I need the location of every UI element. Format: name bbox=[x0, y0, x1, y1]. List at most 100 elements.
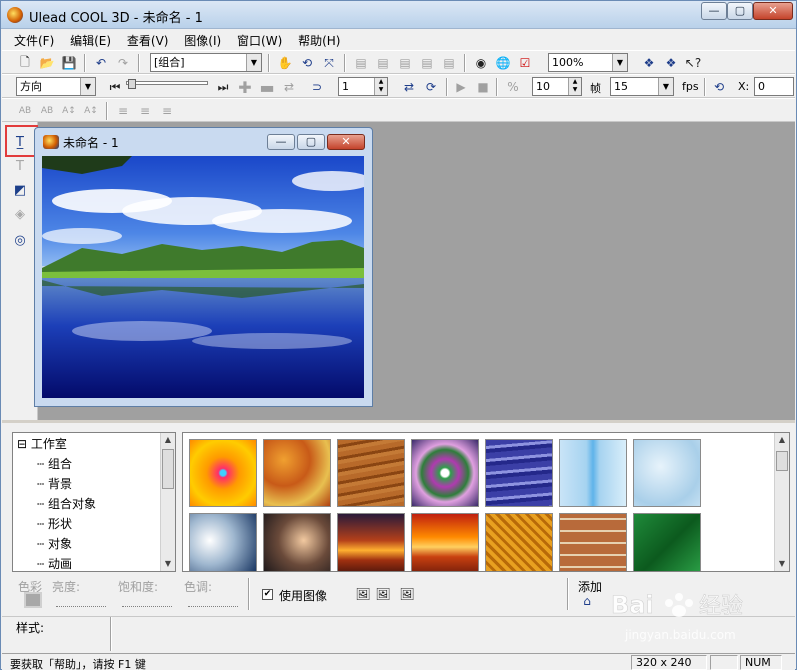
text-align-center-icon[interactable]: ≡ bbox=[136, 102, 154, 120]
texture-thumbnail-swirl[interactable] bbox=[411, 439, 479, 507]
context-help-icon[interactable]: ↖? bbox=[684, 54, 702, 72]
insert-shape-icon[interactable]: ◎ bbox=[10, 230, 30, 250]
timeline-thumb[interactable] bbox=[128, 79, 136, 89]
last-frame-icon[interactable]: ⏭ bbox=[214, 78, 232, 96]
tree-item[interactable]: ┄ 对象 bbox=[37, 535, 72, 552]
direction-select[interactable]: 方向 ▼ bbox=[16, 77, 96, 96]
edit-image-icon[interactable]: 🖼 bbox=[374, 585, 392, 603]
texture-thumbnail-gold-weave[interactable] bbox=[485, 513, 553, 571]
edit-geometry-icon[interactable]: ◈ bbox=[10, 204, 30, 224]
reverse-frames-icon[interactable]: ⇄ bbox=[280, 78, 298, 96]
timeline-slider[interactable] bbox=[126, 81, 208, 85]
menu-image[interactable]: 图像(I) bbox=[178, 29, 227, 49]
percent-icon[interactable]: % bbox=[504, 78, 522, 96]
text-tracking-icon[interactable]: A↕ bbox=[60, 102, 78, 120]
new-file-icon[interactable]: 🗋 bbox=[16, 54, 34, 72]
texture-thumbnail-dark-sky[interactable] bbox=[263, 513, 331, 571]
texture-thumbnail-blue-water[interactable] bbox=[485, 439, 553, 507]
tree-item[interactable]: ┄ 形状 bbox=[37, 515, 72, 532]
load-image-icon[interactable]: 🖼 bbox=[354, 585, 372, 603]
align-middle-icon[interactable]: ▤ bbox=[374, 54, 392, 72]
align-left-icon[interactable]: ▤ bbox=[440, 54, 458, 72]
text-spacing-icon[interactable]: AB bbox=[16, 102, 34, 120]
tree-root[interactable]: ⊟ 工作室 bbox=[17, 435, 67, 452]
color-swatch-button[interactable] bbox=[24, 592, 42, 608]
play-icon[interactable]: ▶ bbox=[452, 78, 470, 96]
add-frame-icon[interactable]: ✚ bbox=[236, 78, 254, 97]
delete-frame-icon[interactable]: ▬ bbox=[258, 78, 276, 97]
doc-close-button[interactable]: ✕ bbox=[327, 134, 365, 150]
undo-icon[interactable]: ↶ bbox=[92, 54, 110, 72]
menu-window[interactable]: 窗口(W) bbox=[231, 29, 288, 49]
resize-object-icon[interactable]: ⤧ bbox=[320, 54, 338, 72]
palette-tree[interactable]: ⊟ 工作室 ┄ 组合 ┄ 背景 ┄ 组合对象 ┄ 形状 ┄ 对象 ┄ 动画 ▲ … bbox=[12, 432, 176, 572]
maximize-button[interactable]: ▢ bbox=[727, 2, 753, 20]
insert-geometry-icon[interactable]: ◩ bbox=[10, 180, 30, 200]
menu-view[interactable]: 查看(V) bbox=[121, 29, 175, 49]
doc-maximize-button[interactable]: ▢ bbox=[297, 134, 325, 150]
tree-item[interactable]: ┄ 背景 bbox=[37, 475, 72, 492]
saturation-slider[interactable] bbox=[122, 597, 172, 607]
scene-properties-icon[interactable]: ❖ bbox=[662, 54, 680, 72]
doc-minimize-button[interactable]: — bbox=[267, 134, 295, 150]
step-input[interactable]: 10 ▲ ▼ bbox=[532, 77, 582, 96]
frame-number-input[interactable]: 1 ▲ ▼ bbox=[338, 77, 388, 96]
texture-thumbnail-sunset[interactable] bbox=[337, 513, 405, 571]
texture-thumbnail-sunburst[interactable] bbox=[189, 439, 257, 507]
menu-file[interactable]: 文件(F) bbox=[8, 29, 60, 49]
save-icon[interactable]: 💾 bbox=[60, 54, 78, 72]
fps-select[interactable]: 15 ▼ bbox=[610, 77, 674, 96]
x-position-input[interactable]: 0 bbox=[754, 77, 794, 96]
first-frame-icon[interactable]: ⏮ bbox=[106, 78, 124, 96]
scroll-thumb[interactable] bbox=[162, 449, 174, 489]
canvas-image[interactable] bbox=[42, 156, 364, 398]
scroll-down-icon[interactable]: ▼ bbox=[161, 557, 175, 571]
texture-thumbnail-ice-blue[interactable] bbox=[559, 439, 627, 507]
tree-item[interactable]: ┄ 组合 bbox=[37, 455, 72, 472]
align-top-icon[interactable]: ▤ bbox=[352, 54, 370, 72]
redo-icon[interactable]: ↷ bbox=[114, 54, 132, 72]
open-folder-icon[interactable]: 📂 bbox=[38, 54, 56, 72]
texture-thumbnail-clouds[interactable] bbox=[189, 513, 257, 571]
object-properties-icon[interactable]: ❖ bbox=[640, 54, 658, 72]
repeat-icon[interactable]: ⟳ bbox=[422, 78, 440, 96]
text-align-right-icon[interactable]: ≡ bbox=[158, 102, 176, 120]
add-to-palette-icon[interactable]: ⌂ bbox=[578, 592, 596, 610]
brightness-slider[interactable] bbox=[56, 597, 106, 607]
scroll-up-icon[interactable]: ▲ bbox=[775, 433, 789, 447]
camera-icon[interactable]: ◉ bbox=[472, 54, 490, 72]
rotate-object-icon[interactable]: ⟲ bbox=[298, 54, 316, 72]
edit-text-icon[interactable]: T bbox=[10, 156, 30, 176]
text-leading-icon[interactable]: A↕ bbox=[82, 102, 100, 120]
loop-icon[interactable]: ⇄ bbox=[400, 78, 418, 96]
text-align-left-icon[interactable]: ≡ bbox=[114, 102, 132, 120]
align-bottom-icon[interactable]: ▤ bbox=[396, 54, 414, 72]
tree-scrollbar[interactable]: ▲ ▼ bbox=[160, 433, 175, 571]
pan-hand-icon[interactable]: ✋ bbox=[276, 54, 294, 72]
close-button[interactable]: ✕ bbox=[753, 2, 793, 20]
texture-thumbnail-autumn-leaves[interactable] bbox=[263, 439, 331, 507]
scroll-down-icon[interactable]: ▼ bbox=[775, 557, 789, 571]
texture-thumbnail-green-fabric[interactable] bbox=[633, 513, 701, 571]
gallery-scrollbar[interactable]: ▲ ▼ bbox=[774, 433, 789, 571]
position-tool-icon[interactable]: ⟲ bbox=[710, 78, 728, 96]
text-kerning-icon[interactable]: AB bbox=[38, 102, 56, 120]
tree-item[interactable]: ┄ 动画 bbox=[37, 555, 72, 571]
scroll-thumb[interactable] bbox=[776, 451, 788, 471]
object-select[interactable]: [组合] ▼ bbox=[150, 53, 262, 72]
menu-edit[interactable]: 编辑(E) bbox=[64, 29, 117, 49]
hue-slider[interactable] bbox=[188, 597, 238, 607]
align-center-icon[interactable]: ▤ bbox=[418, 54, 436, 72]
export-image-icon[interactable]: 🖼 bbox=[398, 585, 416, 603]
use-image-checkbox[interactable]: ✔ bbox=[262, 589, 273, 600]
zoom-select[interactable]: 100% ▼ bbox=[548, 53, 628, 72]
texture-thumbnail-orange-sunset[interactable] bbox=[411, 513, 479, 571]
globe-icon[interactable]: 🌐 bbox=[494, 54, 512, 72]
smooth-path-icon[interactable]: ⊃ bbox=[308, 78, 326, 96]
texture-thumbnail-wood-grain[interactable] bbox=[337, 439, 405, 507]
menu-help[interactable]: 帮助(H) bbox=[292, 29, 346, 49]
tree-item[interactable]: ┄ 组合对象 bbox=[37, 495, 96, 512]
scroll-up-icon[interactable]: ▲ bbox=[161, 433, 175, 447]
stop-icon[interactable]: ■ bbox=[474, 78, 492, 96]
texture-thumbnail-brick[interactable] bbox=[559, 513, 627, 571]
